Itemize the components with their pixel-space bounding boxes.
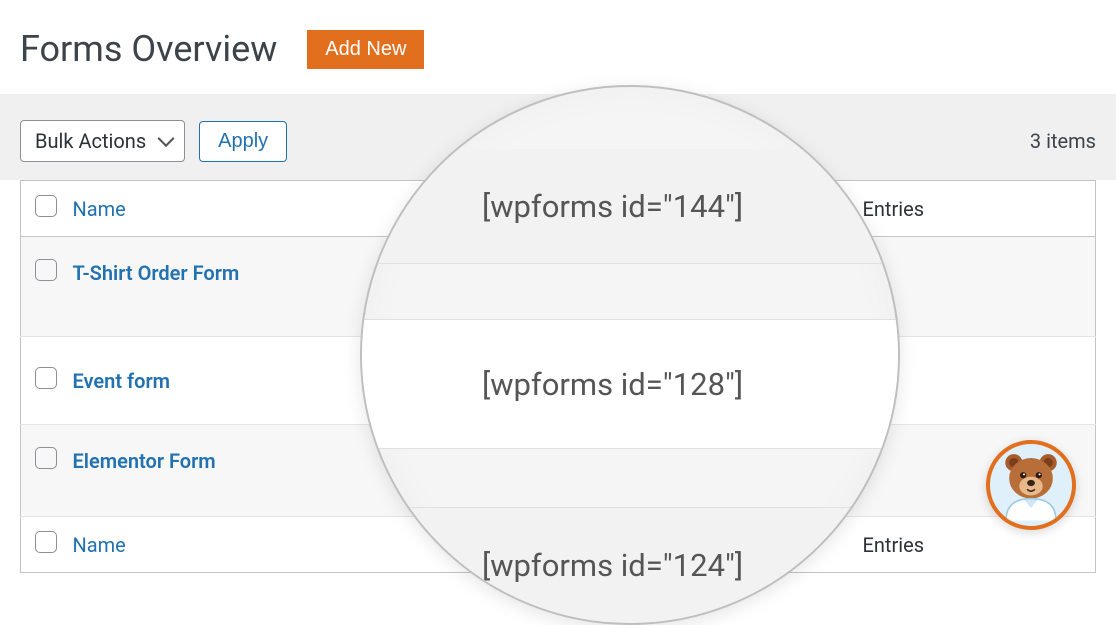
row-checkbox[interactable] bbox=[35, 367, 57, 389]
magnifier-overlay: [wpforms id="144"] [wpforms id="128"] [w… bbox=[360, 85, 900, 625]
magnifier-row: [wpforms id="144"] bbox=[362, 149, 898, 264]
form-name-link[interactable]: Event form bbox=[73, 369, 171, 393]
magnifier-row: [wpforms id="124"] bbox=[362, 507, 898, 622]
page-title: Forms Overview bbox=[20, 28, 277, 70]
bulk-actions-label: Bulk Actions bbox=[35, 129, 146, 153]
row-checkbox[interactable] bbox=[35, 259, 57, 281]
magnifier-shortcode: [wpforms id="128"] bbox=[482, 366, 743, 403]
row-checkbox[interactable] bbox=[35, 447, 57, 469]
magnifier-row: [wpforms id="128"] bbox=[362, 319, 898, 449]
form-name-link[interactable]: T-Shirt Order Form bbox=[73, 261, 240, 285]
form-name-link[interactable]: Elementor Form bbox=[73, 449, 216, 473]
magnifier-shortcode: [wpforms id="144"] bbox=[482, 188, 743, 225]
toolbar-left: Bulk Actions Apply bbox=[20, 120, 287, 162]
apply-button[interactable]: Apply bbox=[199, 121, 287, 162]
column-name-header[interactable]: Name bbox=[73, 197, 126, 221]
bulk-actions-select[interactable]: Bulk Actions bbox=[20, 120, 185, 162]
bear-mascot-icon bbox=[992, 444, 1070, 526]
select-all-checkbox[interactable] bbox=[35, 195, 57, 217]
magnifier-shortcode: [wpforms id="124"] bbox=[482, 547, 743, 584]
page-header: Forms Overview Add New bbox=[0, 0, 1116, 94]
column-name-footer[interactable]: Name bbox=[73, 533, 126, 557]
items-count: 3 items bbox=[1030, 129, 1096, 153]
wpforms-mascot-badge[interactable] bbox=[986, 440, 1076, 530]
select-all-checkbox-footer[interactable] bbox=[35, 531, 57, 553]
add-new-button[interactable]: Add New bbox=[307, 30, 424, 69]
